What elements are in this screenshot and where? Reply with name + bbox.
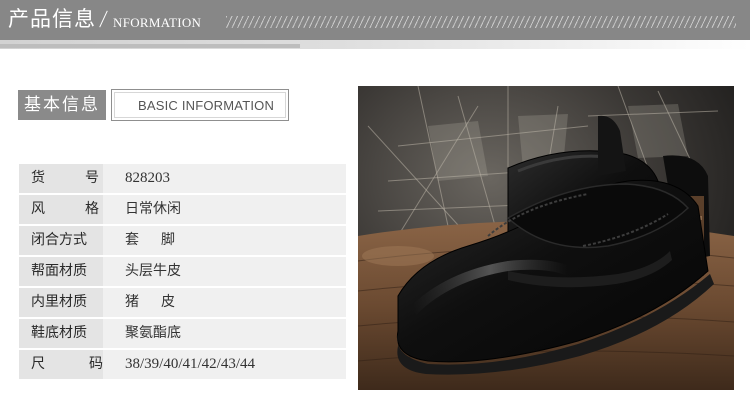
spec-value: 猪皮 [125, 294, 197, 310]
spec-label: 货号 [19, 164, 103, 193]
spec-row-style: 风格 日常休闲 [19, 195, 346, 224]
spec-row-lining-material: 内里材质 猪皮 [19, 288, 346, 317]
product-photo-illustration [358, 86, 734, 390]
spec-label: 尺码 [19, 350, 103, 379]
spec-value: 套脚 [125, 232, 197, 248]
spec-value: 38/39/40/41/42/43/44 [125, 356, 256, 372]
basic-info-title: 基本信息 [18, 90, 106, 120]
spec-label: 帮面材质 [19, 257, 103, 286]
header-slash [99, 10, 108, 28]
basic-info-subtitle-box: BASIC INFORMATION [111, 89, 289, 121]
spec-table: 货号 828203 风格 日常休闲 闭合方式 套脚 帮面材质 头层牛皮 内里材质… [19, 164, 346, 381]
spec-label: 鞋底材质 [19, 319, 103, 348]
spec-value: 聚氨酯底 [125, 325, 181, 341]
spec-value: 日常休闲 [125, 201, 181, 217]
header-title: 产品信息 [8, 7, 96, 31]
spec-label: 闭合方式 [19, 226, 103, 255]
spec-row-sole-material: 鞋底材质 聚氨酯底 [19, 319, 346, 348]
basic-info-subtitle: BASIC INFORMATION [138, 98, 275, 113]
spec-label: 风格 [19, 195, 103, 224]
product-photo [358, 86, 734, 390]
spec-row-size: 尺码 38/39/40/41/42/43/44 [19, 350, 346, 379]
header-subtitle: NFORMATION [113, 15, 202, 30]
spec-row-upper-material: 帮面材质 头层牛皮 [19, 257, 346, 286]
spec-row-item-number: 货号 828203 [19, 164, 346, 193]
header-underbar-accent [0, 44, 300, 48]
spec-value: 头层牛皮 [125, 263, 181, 279]
header-underbar [0, 40, 750, 49]
spec-label: 内里材质 [19, 288, 103, 317]
spec-value: 828203 [125, 170, 170, 186]
header-hatch-decoration [226, 16, 736, 28]
spec-row-closure: 闭合方式 套脚 [19, 226, 346, 255]
header-banner: 产品信息 NFORMATION [0, 0, 750, 40]
